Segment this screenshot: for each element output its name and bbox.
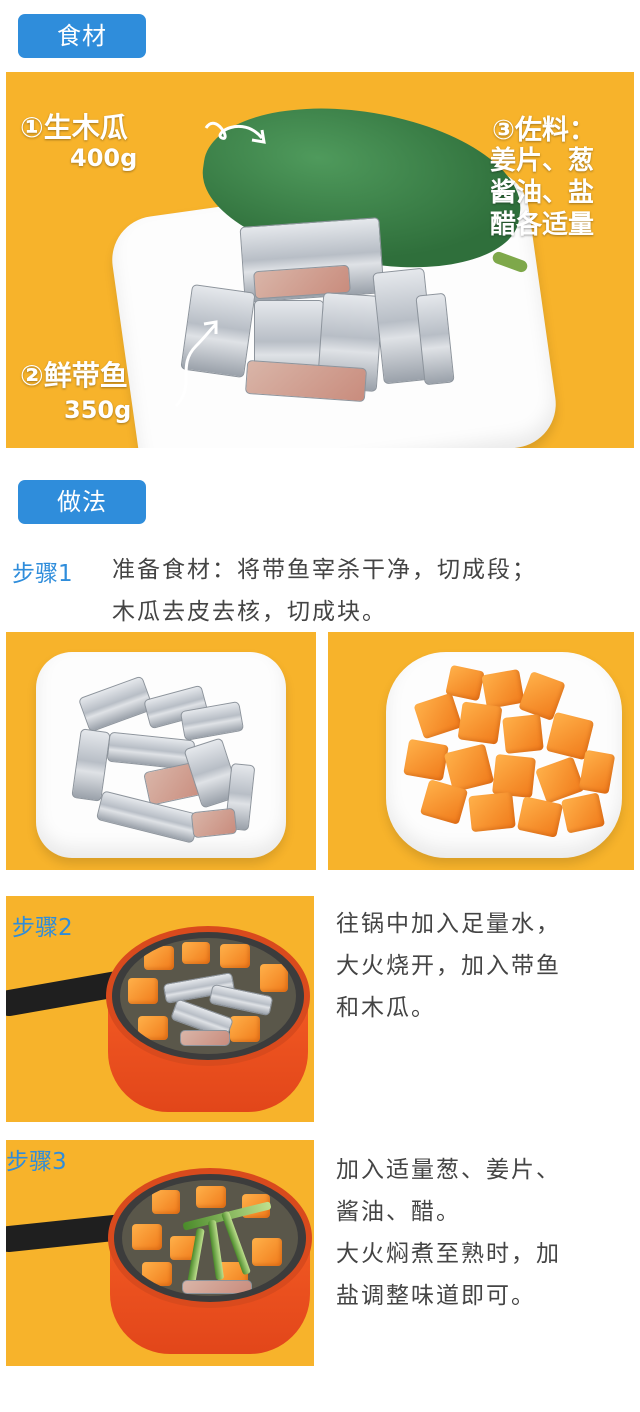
ingredient-2-amount: 350g xyxy=(64,396,132,424)
papaya-chunk xyxy=(128,978,158,1004)
ingredient-2-name: ②鲜带鱼 xyxy=(20,359,128,392)
fish-piece xyxy=(182,1280,252,1294)
papaya-chunk xyxy=(182,942,210,964)
papaya-chunk xyxy=(260,964,288,992)
step-3-text-line-2: 酱油、醋。 xyxy=(336,1199,461,1225)
papaya-chunk xyxy=(152,1190,180,1214)
step-3-label: 步骤3 xyxy=(6,1149,67,1175)
papaya-chunk xyxy=(138,1016,168,1040)
papaya-chunk xyxy=(481,668,525,710)
ingredient-3-line-3: 醋各适量 xyxy=(490,210,595,240)
step-3-photo: 步骤3 xyxy=(6,1140,314,1366)
papaya-chunk xyxy=(252,1238,282,1266)
arrow-icon xyxy=(174,320,218,408)
step-1-text-line-2: 木瓜去皮去核，切成块。 xyxy=(112,599,387,625)
papaya-chunk xyxy=(230,1016,260,1042)
scallion-piece xyxy=(207,1219,225,1281)
papaya-chunk xyxy=(468,791,516,833)
step-2-label: 步骤2 xyxy=(12,915,73,941)
step-2-text-line-3: 和木瓜。 xyxy=(336,995,436,1021)
papaya-chunk xyxy=(144,946,174,970)
papaya-chunk xyxy=(492,754,536,798)
papaya-chunk xyxy=(502,714,544,754)
step-1-papaya-photo xyxy=(328,632,634,870)
arrow-icon xyxy=(204,121,266,144)
papaya-chunk xyxy=(132,1224,162,1250)
method-section-tag: 做法 xyxy=(18,480,146,524)
step-2-text-line-2: 大火烧开，加入带鱼 xyxy=(336,953,561,979)
step-1-label: 步骤1 xyxy=(12,561,73,587)
papaya-chunk xyxy=(220,944,250,968)
step-3-text-line-1: 加入适量葱、姜片、 xyxy=(336,1157,561,1183)
fish-piece xyxy=(180,1030,230,1046)
ingredients-photo: ①生木瓜 400g ②鲜带鱼 350g ③佐料： 姜片、葱 酱油、盐 醋各适量 xyxy=(6,72,634,448)
step-2-text-line-1: 往锅中加入足量水， xyxy=(336,911,561,937)
papaya-chunk xyxy=(403,738,449,782)
pot-contents xyxy=(120,938,296,1054)
ingredients-section-tag: 食材 xyxy=(18,14,146,58)
step-2-photo: 步骤2 xyxy=(6,896,314,1122)
step-3-text-line-3: 大火焖煮至熟时，加 xyxy=(336,1241,561,1267)
ingredient-1-name: ①生木瓜 xyxy=(20,111,128,144)
papaya-chunk xyxy=(196,1186,226,1208)
papaya-chunk xyxy=(457,701,503,745)
fish-piece xyxy=(190,807,238,839)
step-1-text-line-1: 准备食材：将带鱼宰杀干净，切成段； xyxy=(112,557,537,583)
papaya-chunk xyxy=(142,1262,172,1286)
step-1-fish-photo xyxy=(6,632,316,870)
step-3-text-line-4: 盐调整味道即可。 xyxy=(336,1283,536,1309)
pot-contents xyxy=(122,1180,298,1296)
ingredient-1-amount: 400g xyxy=(70,144,138,172)
